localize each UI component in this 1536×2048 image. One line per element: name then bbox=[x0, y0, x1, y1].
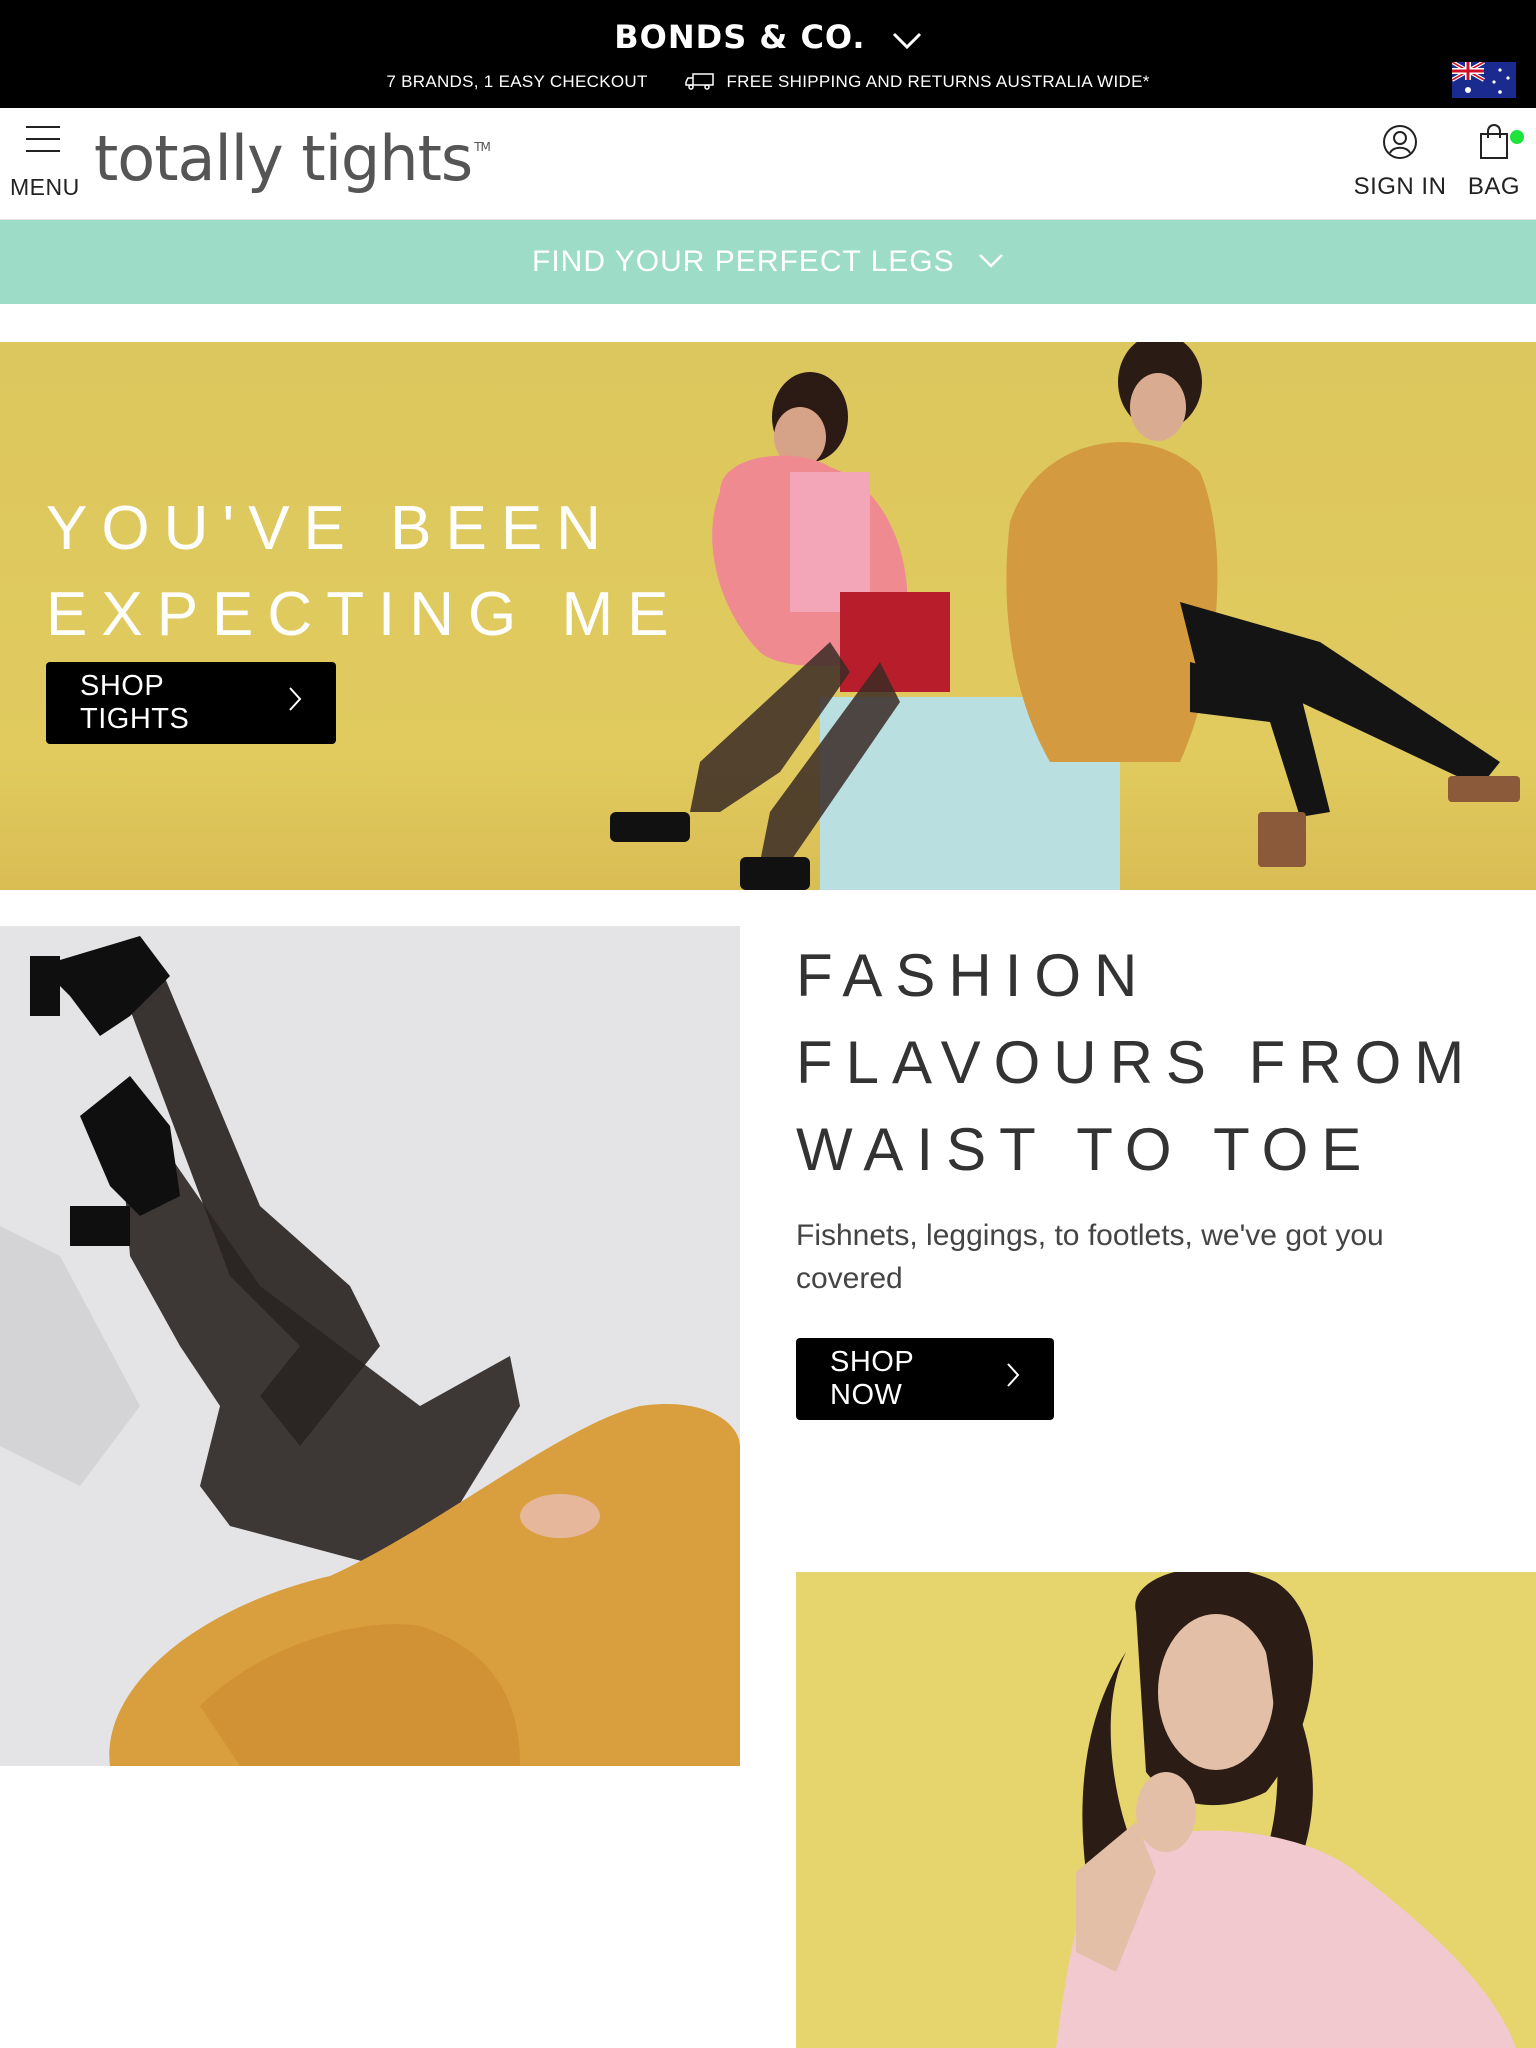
sign-in-label: SIGN IN bbox=[1353, 173, 1447, 200]
hero-title: YOU'VE BEEN EXPECTING ME bbox=[46, 486, 683, 658]
chevron-right-icon bbox=[1006, 1362, 1020, 1396]
polka-dot-tights-image[interactable] bbox=[0, 926, 740, 1766]
logo-text: totally tights bbox=[94, 122, 473, 195]
brand-switcher-label: BONDS & CO. bbox=[614, 18, 866, 56]
chevron-right-icon bbox=[288, 686, 302, 720]
brand-topbar: BONDS & CO. 7 BRANDS, 1 EASY CHECKOUT FR… bbox=[0, 0, 1536, 108]
hero-title-line1: YOU'VE BEEN bbox=[46, 494, 615, 563]
feature-description: Fishnets, leggings, to footlets, we've g… bbox=[796, 1219, 1384, 1295]
model-photo bbox=[796, 1572, 1536, 2048]
feature-title-line3: WAIST TO TOE bbox=[796, 1116, 1375, 1183]
australia-flag-icon[interactable] bbox=[1451, 60, 1516, 98]
chevron-down-icon bbox=[892, 20, 922, 58]
bag-notification-dot bbox=[1510, 130, 1524, 144]
hero-banner[interactable]: YOU'VE BEEN EXPECTING ME SHOP TIGHTS bbox=[0, 342, 1536, 890]
finder-label: FIND YOUR PERFECT LEGS bbox=[532, 245, 955, 278]
menu-button[interactable]: MENU bbox=[8, 126, 80, 206]
feature-title-line1: FASHION bbox=[796, 942, 1151, 1009]
truck-icon bbox=[685, 72, 715, 95]
brand-switcher[interactable]: BONDS & CO. bbox=[0, 18, 1536, 58]
find-your-perfect-legs-bar[interactable]: FIND YOUR PERFECT LEGS bbox=[0, 220, 1536, 304]
feature-title: FASHION FLAVOURS FROM WAIST TO TOE bbox=[796, 932, 1477, 1193]
usp-checkout: 7 BRANDS, 1 EASY CHECKOUT bbox=[386, 72, 648, 91]
logo-trademark: TM bbox=[474, 140, 491, 154]
shop-now-label: SHOP NOW bbox=[830, 1346, 914, 1411]
shop-tights-label: SHOP TIGHTS bbox=[80, 670, 190, 735]
bag-label: BAG bbox=[1467, 173, 1521, 200]
site-logo[interactable]: totally tights TM bbox=[94, 122, 491, 195]
usp-shipping: FREE SHIPPING AND RETURNS AUSTRALIA WIDE… bbox=[726, 72, 1150, 91]
menu-label: MENU bbox=[10, 174, 80, 200]
sign-in-button[interactable]: SIGN IN bbox=[1352, 124, 1448, 201]
shop-tights-button[interactable]: SHOP TIGHTS bbox=[46, 662, 336, 744]
chevron-down-icon bbox=[978, 218, 1004, 302]
feature-title-line2: FLAVOURS FROM bbox=[796, 1029, 1478, 1096]
shopping-bag-icon bbox=[1478, 124, 1510, 164]
model-portrait-image[interactable] bbox=[796, 1572, 1536, 2048]
legs-photo bbox=[0, 926, 740, 1766]
shop-now-button[interactable]: SHOP NOW bbox=[796, 1338, 1054, 1420]
site-header: MENU totally tights TM SIGN IN BAG bbox=[0, 108, 1536, 220]
hamburger-icon bbox=[26, 126, 60, 162]
bag-button[interactable]: BAG bbox=[1464, 124, 1524, 201]
usp-strip: 7 BRANDS, 1 EASY CHECKOUT FREE SHIPPING … bbox=[0, 72, 1536, 95]
hero-title-line2: EXPECTING ME bbox=[46, 580, 683, 649]
user-icon bbox=[1382, 125, 1418, 164]
